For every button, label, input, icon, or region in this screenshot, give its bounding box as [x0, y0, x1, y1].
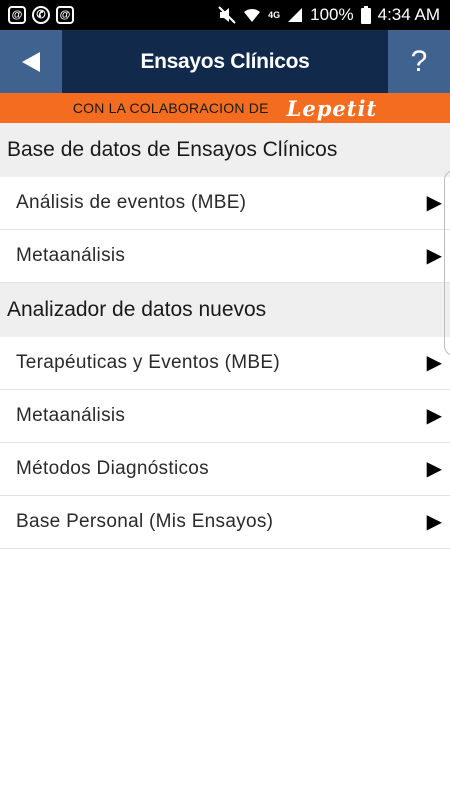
battery-level: 100% [310, 5, 354, 24]
list-item-metaanalisis[interactable]: Metaanálisis ▶ [0, 230, 450, 283]
mute-icon [218, 6, 236, 24]
list-item-base-personal[interactable]: Base Personal (Mis Ensayos) ▶ [0, 496, 450, 549]
list-item-metaanalisis-nuevo[interactable]: Metaanálisis ▶ [0, 390, 450, 443]
email-notification-icon: @ [8, 6, 26, 24]
list-item-label: Metaanálisis [16, 405, 126, 426]
clock: 4:34 AM [377, 5, 440, 24]
email-notification-icon-2: @ [56, 6, 74, 24]
sponsor-logo: Lepetit [286, 95, 378, 121]
section-header-base-datos: Base de datos de Ensayos Clínicos [0, 123, 450, 177]
back-arrow-icon [22, 51, 40, 72]
list-item-analisis-eventos[interactable]: Análisis de eventos (MBE) ▶ [0, 177, 450, 230]
battery-icon [360, 6, 371, 24]
notification-icons: @ ✆ @ [8, 6, 74, 24]
whatsapp-notification-icon: ✆ [32, 6, 50, 24]
sponsor-text: CON LA COLABORACION DE [72, 100, 269, 116]
list-item-metodos-diagnosticos[interactable]: Métodos Diagnósticos ▶ [0, 443, 450, 496]
chevron-right-icon: ▶ [426, 245, 442, 267]
back-button[interactable] [0, 30, 62, 93]
section-header-analizador: Analizador de datos nuevos [0, 283, 450, 337]
list-item-terapeuticas-eventos[interactable]: Terapéuticas y Eventos (MBE) ▶ [0, 337, 450, 390]
help-button[interactable]: ? [388, 30, 450, 93]
menu-list: Base de datos de Ensayos Clínicos Anális… [0, 123, 450, 549]
chevron-right-icon: ▶ [426, 458, 442, 480]
list-item-label: Metaanálisis [16, 245, 126, 266]
chevron-right-icon: ▶ [426, 511, 442, 533]
system-icons: 4G 100% 4:34 AM [218, 5, 440, 25]
list-item-label: Terapéuticas y Eventos (MBE) [16, 352, 280, 373]
signal-icon [287, 7, 303, 23]
chevron-right-icon: ▶ [426, 405, 442, 427]
page-title: Ensayos Clínicos [140, 49, 310, 73]
network-type: 4G [268, 9, 281, 20]
wifi-icon [243, 7, 261, 23]
app-bar: Ensayos Clínicos ? [0, 30, 450, 93]
chevron-right-icon: ▶ [426, 192, 442, 214]
list-item-label: Análisis de eventos (MBE) [16, 192, 247, 213]
scroll-edge-indicator[interactable] [444, 170, 450, 356]
sponsor-banner: CON LA COLABORACION DE Lepetit [0, 93, 450, 123]
list-item-label: Base Personal (Mis Ensayos) [16, 511, 274, 532]
list-item-label: Métodos Diagnósticos [16, 458, 209, 479]
chevron-right-icon: ▶ [426, 352, 442, 374]
status-bar: @ ✆ @ 4G 100% 4:34 AM [0, 0, 450, 30]
